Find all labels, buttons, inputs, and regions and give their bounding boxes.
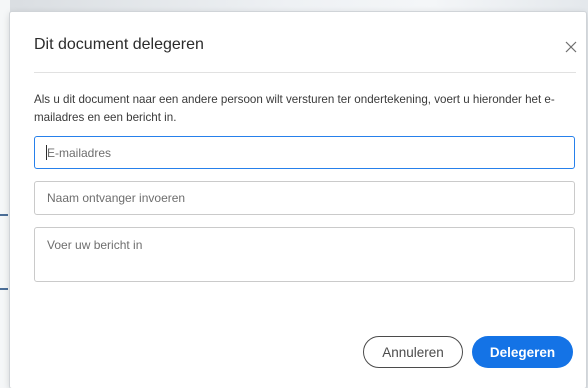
close-icon-glyph [565,41,577,53]
email-field[interactable] [34,136,575,169]
background-left-strip [0,0,10,388]
recipient-name-field[interactable] [34,181,575,215]
background-tick [0,214,8,216]
message-field[interactable] [34,227,575,282]
dialog-title: Dit document delegeren [34,36,204,53]
cancel-button[interactable]: Annuleren [363,336,463,368]
delegate-dialog: Dit document delegeren Als u dit documen… [10,12,586,388]
text-cursor [46,145,47,160]
close-icon[interactable] [564,40,578,54]
title-divider [34,72,576,73]
delegate-button[interactable]: Delegeren [472,336,573,368]
dialog-description: Als u dit document naar een andere perso… [34,93,555,124]
background-tick [0,288,8,290]
